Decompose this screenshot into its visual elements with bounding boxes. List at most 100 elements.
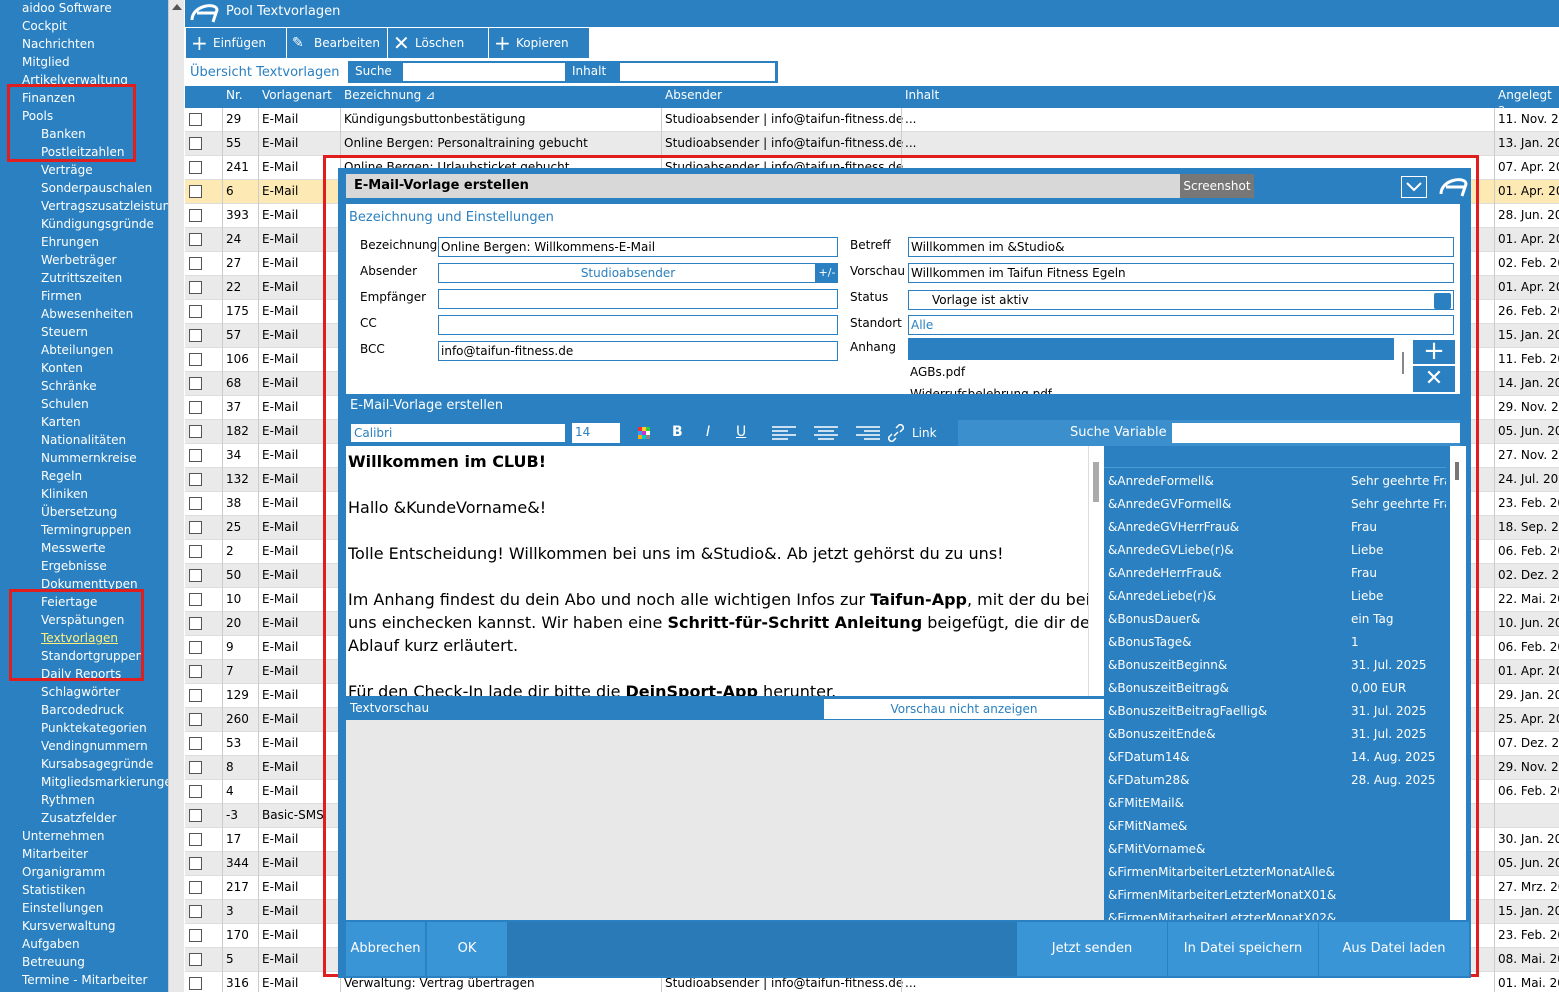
variable-name[interactable]: &BonusDauer& bbox=[1108, 608, 1200, 631]
recipient-field[interactable] bbox=[438, 289, 838, 309]
sidebar-item[interactable]: Zusatzfelder bbox=[41, 809, 116, 827]
toggle-preview-button[interactable]: Vorschau nicht anzeigen bbox=[824, 699, 1104, 719]
sidebar-item[interactable]: Schränke bbox=[41, 377, 97, 395]
variable-name[interactable]: &FirmenMitarbeiterLetzterMonatX01& bbox=[1108, 884, 1336, 907]
row-checkbox[interactable] bbox=[189, 953, 202, 966]
sidebar-item[interactable]: Termine - Mitarbeiter bbox=[22, 971, 147, 989]
chevron-down-icon[interactable] bbox=[1401, 176, 1427, 198]
sidebar-item[interactable]: Schlagwörter bbox=[41, 683, 120, 701]
row-checkbox[interactable] bbox=[189, 473, 202, 486]
sidebar-item[interactable]: Nationalitäten bbox=[41, 431, 126, 449]
sidebar-item[interactable]: Nachrichten bbox=[22, 35, 95, 53]
sidebar-item[interactable]: aidoo Software bbox=[22, 0, 112, 17]
cc-field[interactable] bbox=[438, 315, 838, 335]
sidebar-item[interactable]: Einstellungen bbox=[22, 899, 103, 917]
sidebar-item[interactable]: Organigramm bbox=[22, 863, 105, 881]
align-right-icon[interactable] bbox=[856, 426, 880, 441]
variable-name[interactable]: &BonuszeitBeitrag& bbox=[1108, 677, 1229, 700]
cancel-button[interactable]: Abbrechen bbox=[346, 922, 425, 976]
save-to-file-button[interactable]: In Datei speichern bbox=[1168, 922, 1318, 976]
row-checkbox[interactable] bbox=[189, 305, 202, 318]
sidebar-item[interactable]: Übersetzung bbox=[41, 503, 117, 521]
sidebar-item[interactable]: Kündigungsgründe bbox=[41, 215, 154, 233]
row-checkbox[interactable] bbox=[189, 377, 202, 390]
row-checkbox[interactable] bbox=[189, 521, 202, 534]
sidebar-item[interactable]: Mitglied bbox=[22, 53, 70, 71]
sidebar-item[interactable]: Betreuung bbox=[22, 953, 85, 971]
font-size-select[interactable]: 14 bbox=[572, 423, 620, 443]
row-checkbox[interactable] bbox=[189, 425, 202, 438]
row-checkbox[interactable] bbox=[189, 257, 202, 270]
row-checkbox[interactable] bbox=[189, 137, 202, 150]
row-checkbox[interactable] bbox=[189, 617, 202, 630]
row-checkbox[interactable] bbox=[189, 569, 202, 582]
sidebar-item[interactable]: Schulen bbox=[41, 395, 89, 413]
row-checkbox[interactable] bbox=[189, 977, 202, 990]
sidebar-item[interactable]: Mitgliedsmarkierungen bbox=[41, 773, 168, 791]
email-body-editor[interactable]: Willkommen im CLUB! Hallo &KundeVorname&… bbox=[346, 446, 1104, 696]
ok-button[interactable]: OK bbox=[427, 922, 507, 976]
row-checkbox[interactable] bbox=[189, 761, 202, 774]
table-row[interactable]: 29 E-Mail Kündigungsbuttonbestätigung Studi… bbox=[185, 108, 1559, 132]
attachment-item[interactable]: Widerrufsbelehrung.pdf bbox=[910, 387, 1052, 394]
sidebar-item[interactable]: Vertragszusatzleistungen bbox=[41, 197, 168, 215]
insert-button[interactable]: + Einfügen bbox=[186, 28, 287, 58]
sidebar-item[interactable]: Abwesenheiten bbox=[41, 305, 133, 323]
variable-name[interactable]: &AnredeGVFormell& bbox=[1108, 493, 1231, 516]
row-checkbox[interactable] bbox=[189, 161, 202, 174]
send-now-button[interactable]: Jetzt senden bbox=[1017, 922, 1167, 976]
underline-button[interactable]: U bbox=[736, 424, 746, 440]
row-checkbox[interactable] bbox=[189, 833, 202, 846]
variable-name[interactable]: &FDatum14& bbox=[1108, 746, 1189, 769]
sidebar-item[interactable]: Firmen bbox=[41, 287, 82, 305]
row-checkbox[interactable] bbox=[189, 449, 202, 462]
row-checkbox[interactable] bbox=[189, 545, 202, 558]
variable-name[interactable]: &BonuszeitEnde& bbox=[1108, 723, 1216, 746]
scroll-thumb[interactable] bbox=[1455, 462, 1459, 480]
row-checkbox[interactable] bbox=[189, 281, 202, 294]
sidebar-item[interactable]: Verträge bbox=[41, 161, 93, 179]
variable-name[interactable]: &FirmenMitarbeiterLetzterMonatAlle& bbox=[1108, 861, 1335, 884]
scroll-thumb[interactable] bbox=[1093, 462, 1099, 502]
variable-name[interactable]: &FMitVorname& bbox=[1108, 838, 1205, 861]
attachment-item[interactable]: AGBs.pdf bbox=[910, 365, 965, 379]
scroll-up-icon[interactable] bbox=[172, 4, 182, 10]
subject-field[interactable]: Willkommen im &Studio& bbox=[908, 237, 1454, 257]
align-center-icon[interactable] bbox=[814, 426, 838, 441]
variable-search-input[interactable] bbox=[1172, 423, 1460, 443]
sidebar-item[interactable]: Mitarbeiter bbox=[22, 845, 88, 863]
row-checkbox[interactable] bbox=[189, 497, 202, 510]
font-select[interactable]: Calibri bbox=[350, 423, 566, 443]
row-checkbox[interactable] bbox=[189, 689, 202, 702]
add-attachment-button[interactable]: + bbox=[1413, 338, 1455, 364]
row-checkbox[interactable] bbox=[189, 665, 202, 678]
sidebar-item[interactable]: Abteilungen bbox=[41, 341, 113, 359]
sidebar-item[interactable]: Kliniken bbox=[41, 485, 88, 503]
variable-scrollbar[interactable] bbox=[1450, 446, 1466, 920]
screenshot-button[interactable]: Screenshot bbox=[1180, 174, 1254, 198]
variable-name[interactable]: &AnredeFormell& bbox=[1108, 470, 1214, 493]
variable-name[interactable]: &FirmenMitarbeiterLetzterMonatX02& bbox=[1108, 907, 1336, 920]
sidebar-item[interactable]: Zutrittszeiten bbox=[41, 269, 122, 287]
preview-field[interactable]: Willkommen im Taifun Fitness Egeln bbox=[908, 263, 1454, 283]
sidebar-item[interactable]: Nummernkreise bbox=[41, 449, 137, 467]
row-checkbox[interactable] bbox=[189, 857, 202, 870]
name-field[interactable]: Online Bergen: Willkommens-E-Mail bbox=[438, 237, 838, 257]
sidebar-item[interactable]: Cockpit bbox=[22, 17, 67, 35]
col-nr[interactable]: Nr. bbox=[226, 88, 243, 102]
row-checkbox[interactable] bbox=[189, 209, 202, 222]
attachment-scrollbar[interactable] bbox=[1402, 352, 1404, 374]
sidebar-scrollbar[interactable] bbox=[168, 0, 184, 992]
content-input[interactable] bbox=[620, 63, 775, 81]
sidebar-item[interactable]: Vendingnummern bbox=[41, 737, 148, 755]
delete-button[interactable]: ✕ Löschen bbox=[388, 28, 489, 58]
location-select[interactable]: Alle bbox=[908, 315, 1454, 335]
remove-attachment-button[interactable]: ✕ bbox=[1413, 366, 1455, 392]
row-checkbox[interactable] bbox=[189, 353, 202, 366]
variable-name[interactable]: &BonuszeitBeitragFaellig& bbox=[1108, 700, 1267, 723]
variable-name[interactable]: &AnredeGVLiebe(r)& bbox=[1108, 539, 1234, 562]
variable-name[interactable]: &FDatum28& bbox=[1108, 769, 1189, 792]
sidebar-item[interactable]: Konten bbox=[41, 359, 83, 377]
row-checkbox[interactable] bbox=[189, 113, 202, 126]
bcc-field[interactable]: info@taifun-fitness.de bbox=[438, 341, 838, 361]
